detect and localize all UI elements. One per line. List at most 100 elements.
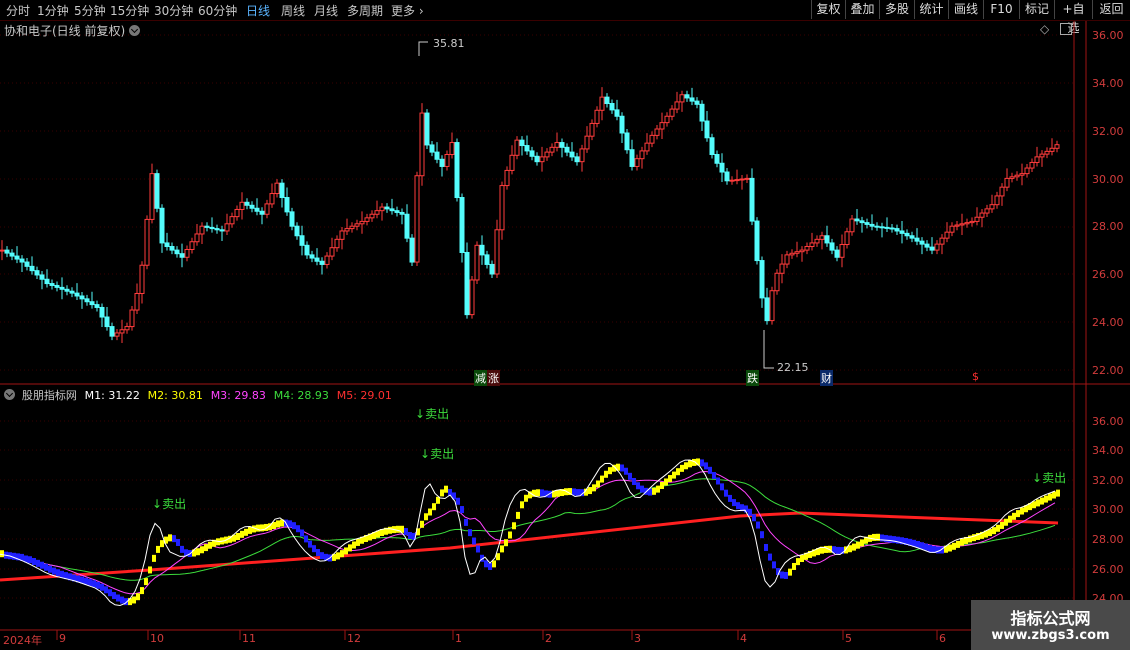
indicator-name: 股朋指标网 bbox=[21, 389, 77, 402]
candle-body bbox=[899, 230, 905, 234]
candle-body bbox=[504, 169, 510, 187]
kline-chart bbox=[0, 21, 1130, 640]
candle-body bbox=[29, 265, 35, 272]
arrow-down-icon: ↓ bbox=[152, 497, 163, 511]
candle-body bbox=[479, 244, 485, 256]
m2-band-segment bbox=[760, 531, 764, 539]
candle-body bbox=[294, 225, 300, 237]
price-label: 30.00 bbox=[1092, 173, 1124, 186]
m2-band-segment bbox=[724, 489, 728, 497]
event-mark-finance[interactable]: 财 bbox=[820, 370, 833, 386]
candle-body bbox=[0, 249, 5, 252]
m2-band-segment bbox=[12, 552, 16, 560]
candle-body bbox=[734, 179, 740, 182]
m2-band-segment bbox=[956, 540, 960, 548]
x-axis-label: 4 bbox=[740, 632, 747, 645]
diamond-icon[interactable]: ◇ bbox=[1040, 22, 1049, 36]
m2-band-segment bbox=[732, 499, 736, 507]
candle-body bbox=[194, 233, 200, 243]
m2-band-segment bbox=[888, 535, 892, 543]
candle-body bbox=[539, 156, 545, 163]
m2-band-segment bbox=[240, 530, 244, 538]
candle-body bbox=[934, 243, 940, 251]
m2-band-segment bbox=[248, 526, 252, 534]
maximize-icon[interactable] bbox=[1060, 23, 1072, 35]
m2-band-segment bbox=[108, 589, 112, 597]
m2-band-segment bbox=[96, 581, 100, 589]
candle-body bbox=[234, 208, 240, 218]
candle-body bbox=[184, 249, 190, 258]
m2-band-segment bbox=[936, 546, 940, 554]
low-pointer bbox=[763, 330, 774, 369]
m2-band-segment bbox=[92, 580, 96, 588]
sell-signal: ↓卖出 bbox=[415, 405, 449, 422]
m2-band-segment bbox=[508, 531, 512, 539]
candle-body bbox=[954, 224, 960, 227]
candle-body bbox=[644, 142, 650, 152]
m1-line bbox=[0, 459, 1056, 607]
candle-body bbox=[759, 260, 765, 299]
candle-body bbox=[724, 171, 730, 182]
indicator-price-label: 26.00 bbox=[1092, 563, 1124, 576]
candle-body bbox=[854, 218, 860, 222]
candle-body bbox=[274, 182, 280, 195]
m2-band-segment bbox=[536, 489, 540, 497]
candle-body bbox=[789, 252, 795, 256]
m2-band-segment bbox=[524, 494, 528, 502]
candle-body bbox=[199, 225, 205, 235]
candle-body bbox=[134, 292, 140, 311]
event-mark-rise[interactable]: 涨 bbox=[487, 370, 500, 386]
candle-body bbox=[699, 103, 705, 122]
m2-band-segment bbox=[664, 478, 668, 486]
event-mark-fall[interactable]: 跌 bbox=[746, 370, 759, 386]
indicator-price-label: 32.00 bbox=[1092, 474, 1124, 487]
m2-band-segment bbox=[352, 541, 356, 549]
m2-band-segment bbox=[348, 544, 352, 552]
event-mark-reduce[interactable]: 减 bbox=[474, 370, 487, 386]
candle-body bbox=[594, 109, 600, 124]
sell-signal-label: 卖出 bbox=[425, 407, 450, 421]
x-axis-label: 5 bbox=[845, 632, 852, 645]
candle-body bbox=[279, 182, 285, 199]
event-mark-dollar[interactable]: $ bbox=[971, 370, 980, 383]
candle-body bbox=[794, 251, 800, 254]
candle-body bbox=[119, 329, 125, 334]
candle-body bbox=[739, 178, 745, 181]
m2-band-segment bbox=[404, 528, 408, 536]
chevron-down-icon[interactable] bbox=[4, 389, 15, 400]
candle-body bbox=[659, 122, 665, 130]
m2-band-segment bbox=[960, 538, 964, 546]
x-axis-label: 10 bbox=[150, 632, 164, 645]
m2-band-segment bbox=[608, 467, 612, 475]
candle-body bbox=[209, 226, 215, 230]
candle-body bbox=[859, 220, 865, 224]
candle-body bbox=[674, 101, 680, 110]
candle-body bbox=[584, 135, 590, 150]
candle-body bbox=[924, 243, 930, 248]
m2-band-segment bbox=[208, 541, 212, 549]
main-gridlines bbox=[0, 34, 1074, 599]
price-label: 26.00 bbox=[1092, 268, 1124, 281]
candle-body bbox=[424, 112, 430, 146]
arrow-down-icon: ↓ bbox=[415, 407, 426, 421]
candle-body bbox=[919, 240, 925, 245]
candle-body bbox=[434, 151, 440, 160]
sell-signal-label: 卖出 bbox=[430, 447, 455, 461]
candle-body bbox=[814, 238, 820, 244]
candle-body bbox=[179, 253, 185, 258]
candle-body bbox=[289, 211, 295, 227]
m2-band-segment bbox=[428, 508, 432, 516]
m2-band-segment bbox=[244, 528, 248, 536]
m2-band-segment bbox=[460, 506, 464, 514]
candle-body bbox=[4, 249, 10, 254]
m2-band-segment bbox=[1016, 510, 1020, 518]
chevron-down-icon[interactable] bbox=[129, 25, 141, 36]
m2-band-segment bbox=[780, 571, 784, 579]
m2-band-segment bbox=[116, 594, 120, 602]
m2-band-segment bbox=[872, 533, 876, 541]
m2-band-segment bbox=[656, 485, 660, 493]
main-panel-title: 协和电子(日线 前复权) bbox=[4, 22, 143, 39]
x-axis-label: 1 bbox=[455, 632, 462, 645]
candle-body bbox=[979, 212, 985, 218]
candle-body bbox=[114, 332, 120, 337]
